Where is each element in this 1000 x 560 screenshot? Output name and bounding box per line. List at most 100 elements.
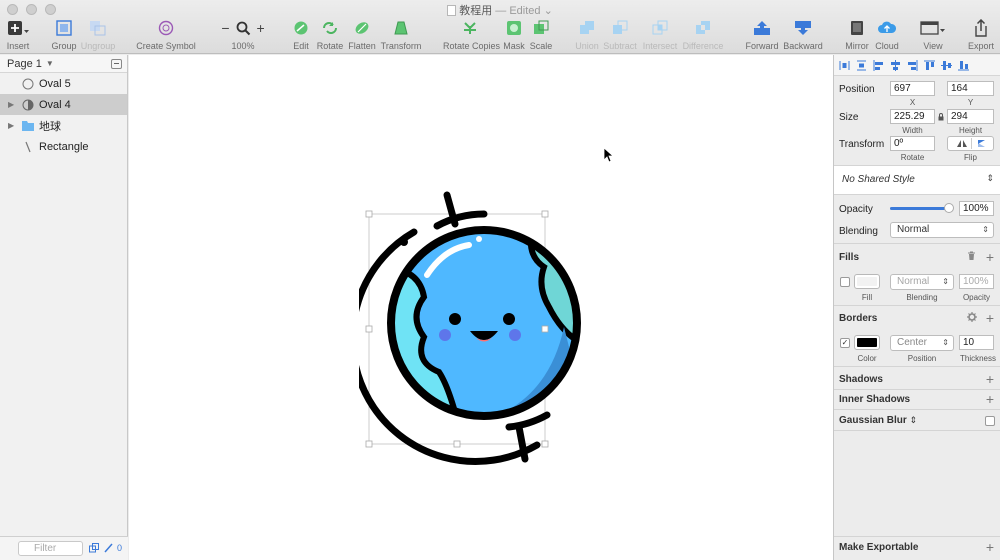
- align-bottom-icon[interactable]: [958, 60, 969, 71]
- insert-button[interactable]: Insert: [4, 18, 32, 52]
- distribute-horizontal-icon[interactable]: [839, 60, 850, 71]
- rotate-field[interactable]: 0º: [890, 136, 935, 151]
- opacity-field[interactable]: 100%: [959, 201, 994, 216]
- cloud-icon: [878, 21, 897, 33]
- flip-control: [947, 136, 994, 151]
- layer-oval-5[interactable]: Oval 5: [0, 73, 127, 94]
- rotate-copies-button[interactable]: Rotate Copies: [443, 18, 500, 52]
- fill-color-swatch[interactable]: [854, 274, 880, 289]
- gear-icon[interactable]: [967, 312, 977, 322]
- layer-group-globe[interactable]: ▶ 地球: [0, 115, 127, 136]
- fill-caption: Fill: [861, 293, 873, 302]
- intersect-button[interactable]: Intersect: [641, 18, 679, 52]
- edit-button[interactable]: Edit: [288, 18, 314, 52]
- blending-select[interactable]: Normal ⇕: [890, 222, 994, 238]
- view-button[interactable]: View: [918, 18, 948, 52]
- disclosure-triangle-icon[interactable]: ▶: [8, 121, 14, 130]
- layers-panel: Page 1▼ Oval 5 ▶ Oval 4 ▶ 地球 Rectangle ⌕…: [0, 55, 128, 560]
- oval-half-icon: [22, 99, 34, 111]
- zoom-in-icon[interactable]: +: [257, 20, 265, 36]
- border-thickness-field[interactable]: 10: [959, 335, 994, 350]
- page-selector[interactable]: Page 1 ▼: [0, 55, 127, 73]
- fill-blending-select[interactable]: Normal ⇕: [890, 274, 954, 290]
- disclosure-triangle-icon[interactable]: ▶: [8, 100, 14, 109]
- view-icon: [920, 21, 945, 35]
- height-field[interactable]: 294: [947, 109, 994, 124]
- shared-style-select[interactable]: No Shared Style ⇕: [834, 166, 1000, 194]
- rotate-copies-icon: [464, 22, 476, 34]
- y-caption: Y: [967, 98, 974, 107]
- cloud-button[interactable]: Cloud: [873, 18, 901, 52]
- difference-button[interactable]: Difference: [681, 18, 725, 52]
- add-border-icon[interactable]: +: [986, 311, 994, 325]
- scale-button[interactable]: Scale: [529, 18, 553, 52]
- ungroup-button[interactable]: Ungroup: [80, 18, 116, 52]
- gaussian-blur-title[interactable]: Gaussian Blur ⇕: [839, 415, 917, 426]
- create-symbol-button[interactable]: Create Symbol: [136, 18, 196, 52]
- export-button[interactable]: Export: [966, 18, 996, 52]
- opacity-slider[interactable]: [890, 203, 954, 213]
- zoom-control[interactable]: − + 100%: [218, 18, 268, 52]
- layer-oval-4[interactable]: ▶ Oval 4: [0, 94, 127, 115]
- plus-icon: [8, 21, 29, 35]
- create-shared-style-icon[interactable]: [88, 543, 100, 553]
- x-caption: X: [909, 98, 916, 107]
- zoom-out-icon[interactable]: −: [221, 20, 229, 36]
- border-color-swatch[interactable]: [854, 335, 880, 350]
- align-middle-icon[interactable]: [941, 60, 952, 71]
- subtract-button[interactable]: Subtract: [603, 18, 637, 52]
- layer-rectangle[interactable]: Rectangle: [0, 136, 127, 157]
- flip-vertical-icon[interactable]: [977, 139, 989, 148]
- group-button[interactable]: Group: [50, 18, 78, 52]
- alignment-toolbar: [834, 55, 1000, 76]
- group-icon: [56, 20, 72, 36]
- position-y-field[interactable]: 164: [947, 81, 994, 96]
- align-top-icon[interactable]: [924, 60, 935, 71]
- globe-artwork[interactable]: [359, 187, 599, 477]
- add-inner-shadow-icon[interactable]: +: [986, 392, 994, 406]
- globe-stand-base: [505, 411, 551, 431]
- right-cheek: [509, 329, 521, 341]
- left-eye: [449, 313, 461, 325]
- opacity-slider-knob[interactable]: [944, 203, 954, 213]
- position-label: Position: [839, 84, 875, 95]
- collapse-pages-icon[interactable]: [111, 59, 122, 69]
- filter-input[interactable]: Filter: [18, 541, 83, 556]
- backward-button[interactable]: Backward: [783, 18, 823, 52]
- add-fill-icon[interactable]: +: [986, 250, 994, 264]
- oval-icon: [22, 78, 34, 90]
- gaussian-blur-checkbox[interactable]: [985, 416, 995, 426]
- export-icon: [975, 19, 987, 37]
- fill-enabled-checkbox[interactable]: [840, 277, 850, 287]
- add-export-icon[interactable]: +: [986, 540, 994, 554]
- border-enabled-checkbox[interactable]: ✓: [840, 338, 850, 348]
- chevron-down-icon[interactable]: ⌄: [544, 5, 553, 17]
- symbols-icon[interactable]: [104, 543, 113, 553]
- add-shadow-icon[interactable]: +: [986, 372, 994, 386]
- mirror-button[interactable]: Mirror: [843, 18, 871, 52]
- width-field[interactable]: 225.29: [890, 109, 935, 124]
- align-center-icon[interactable]: [890, 59, 901, 71]
- position-x-field[interactable]: 697: [890, 81, 935, 96]
- transform-label: Transform: [839, 139, 885, 150]
- flatten-button[interactable]: Flatten: [347, 18, 377, 52]
- rotate-icon: [323, 22, 337, 34]
- mask-button[interactable]: Mask: [502, 18, 526, 52]
- distribute-vertical-icon[interactable]: [856, 60, 867, 71]
- difference-icon: [696, 21, 710, 34]
- forward-button[interactable]: Forward: [745, 18, 779, 52]
- canvas[interactable]: [129, 55, 833, 560]
- folder-icon: [22, 120, 34, 132]
- transform-button[interactable]: Transform: [380, 18, 422, 52]
- fill-opacity-field[interactable]: 100%: [959, 274, 994, 289]
- flip-horizontal-icon[interactable]: [956, 139, 968, 148]
- border-position-select[interactable]: Center ⇕: [890, 335, 954, 351]
- lock-icon[interactable]: [938, 113, 944, 121]
- align-right-icon[interactable]: [907, 59, 918, 71]
- union-button[interactable]: Union: [574, 18, 600, 52]
- rotate-button[interactable]: Rotate: [315, 18, 345, 52]
- ungroup-icon: [90, 21, 106, 36]
- trash-icon[interactable]: [967, 251, 976, 261]
- align-left-icon[interactable]: [873, 59, 884, 71]
- inner-shadows-title: Inner Shadows: [839, 394, 911, 405]
